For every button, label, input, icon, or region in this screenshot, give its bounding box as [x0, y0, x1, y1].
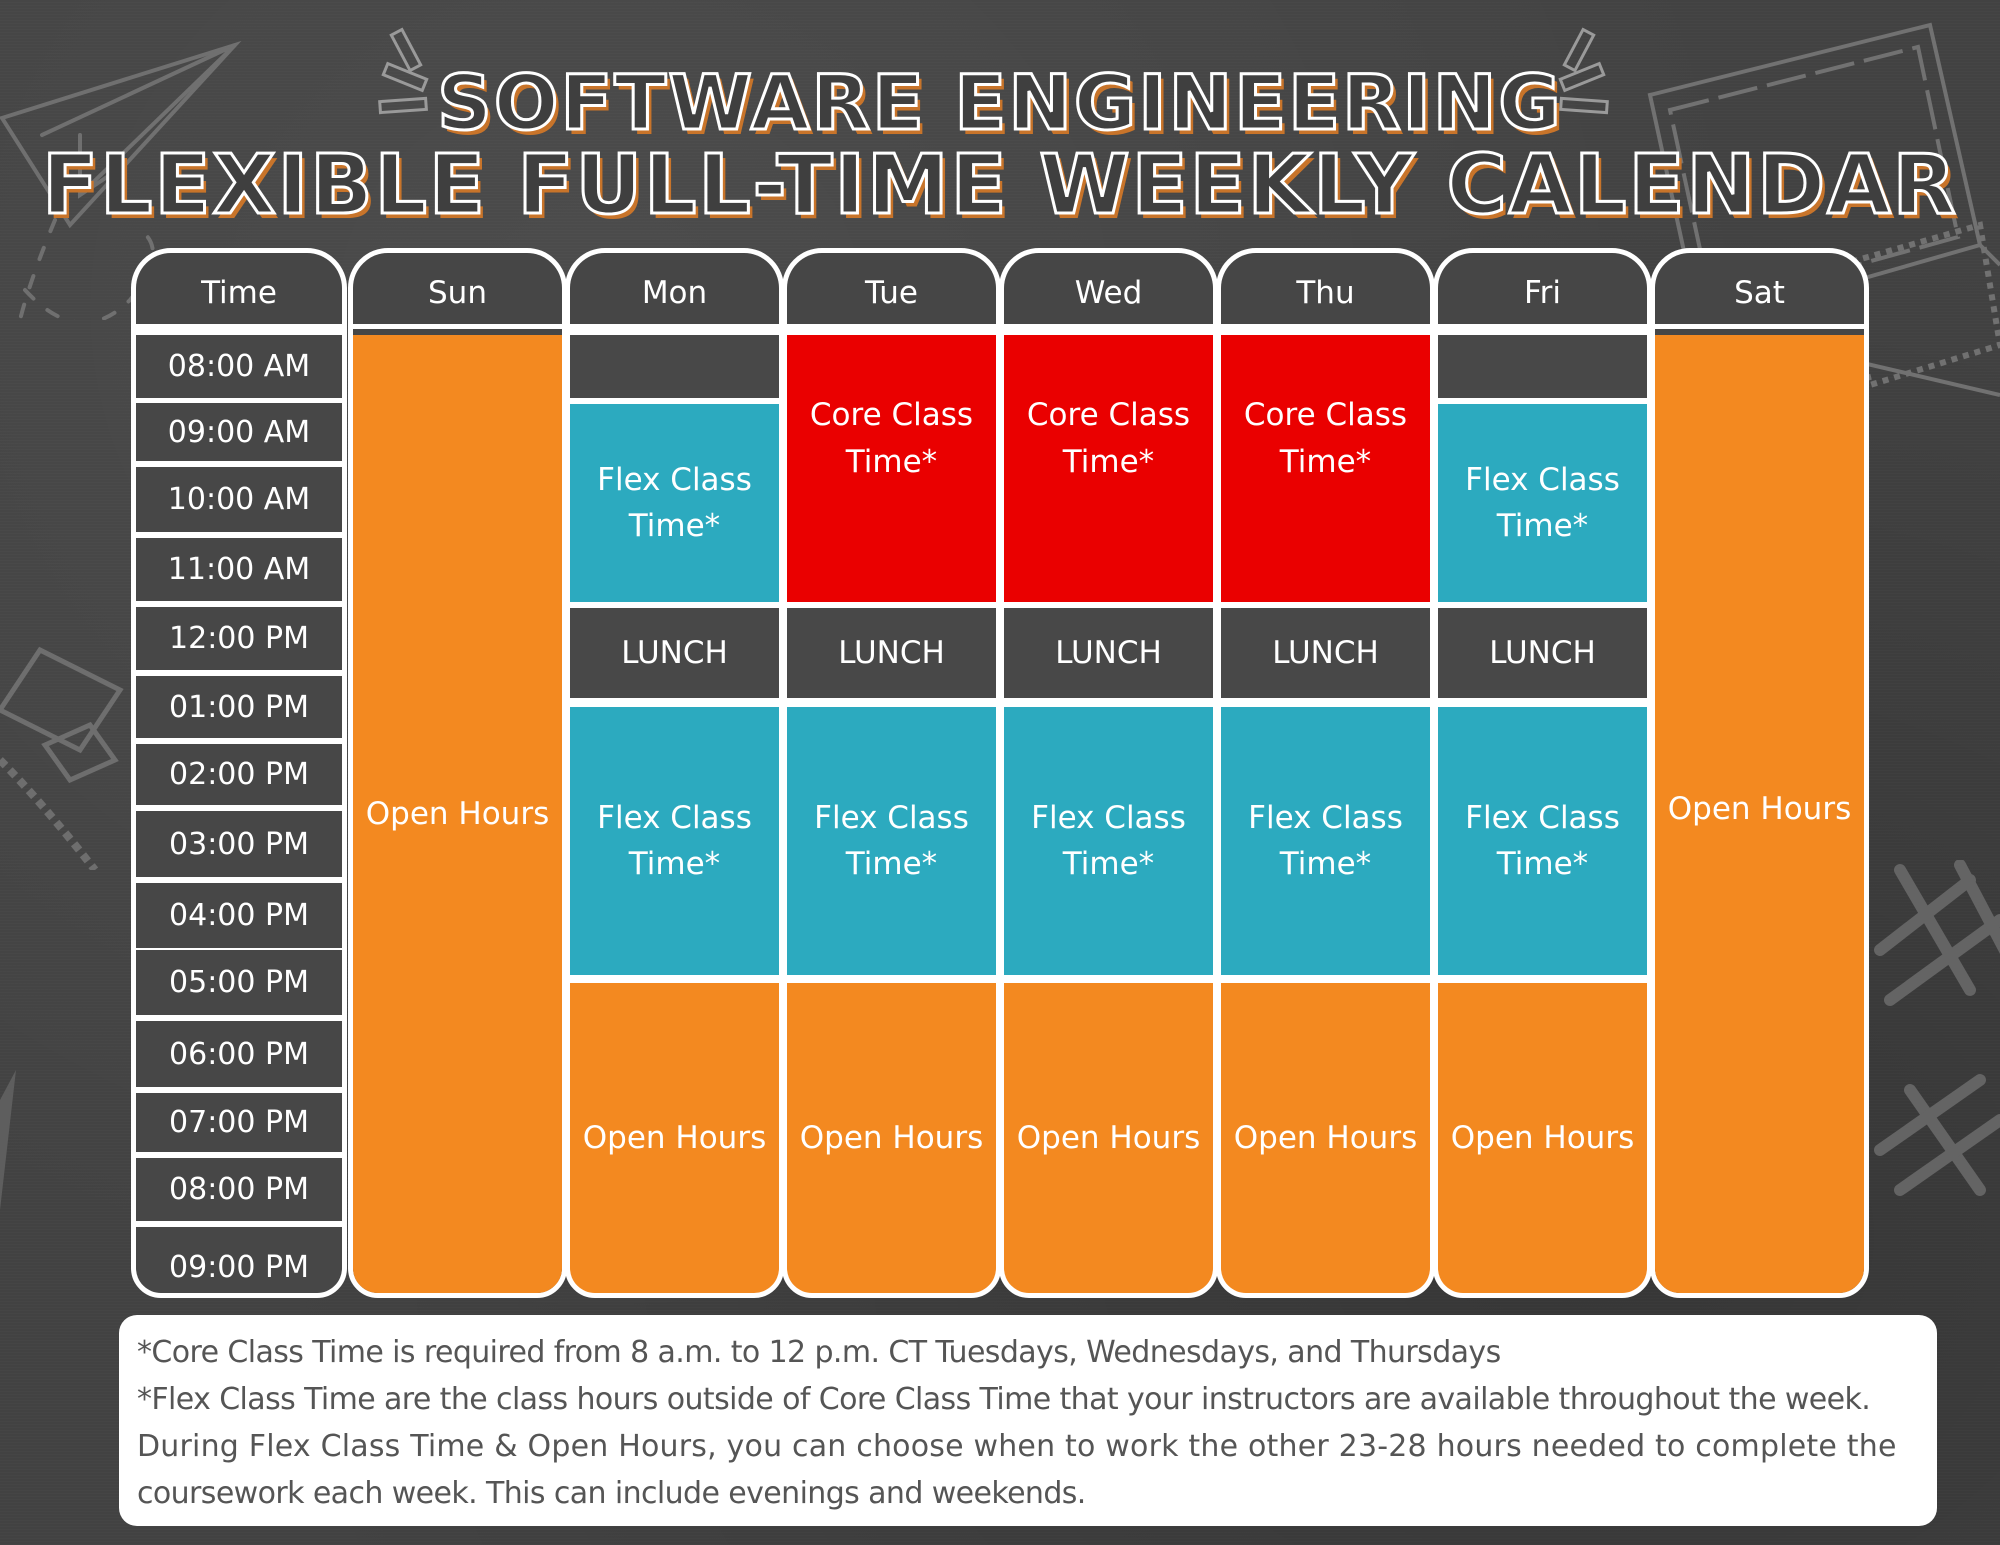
day-column-sun: Sun Open Hours — [348, 248, 567, 1298]
day-header-sat: Sat — [1655, 253, 1864, 329]
time-slot-label: 09:00 PM — [136, 1227, 342, 1293]
footnote-line-during: During Flex Class Time & Open Hours, you… — [137, 1429, 1897, 1464]
lunch-block: LUNCH — [1221, 608, 1430, 698]
flex-class-block: Flex Class Time* — [1004, 707, 1213, 975]
time-slot-label: 04:00 PM — [136, 883, 342, 948]
open-hours-block: Open Hours — [353, 335, 562, 1293]
time-slot-label: 07:00 PM — [136, 1093, 342, 1152]
open-hours-block: Open Hours — [570, 983, 779, 1293]
pencil-doodle-icon — [0, 1070, 16, 1210]
core-class-block: Core Class Time* — [1221, 335, 1430, 602]
open-hours-block: Open Hours — [1438, 983, 1647, 1293]
flex-class-block: Flex Class Time* — [1438, 707, 1647, 975]
day-header-wed: Wed — [1004, 253, 1213, 329]
day-header-fri: Fri — [1438, 253, 1647, 329]
flex-class-block: Flex Class Time* — [570, 404, 779, 602]
day-column-mon: Mon Flex Class Time* LUNCH Flex Class Ti… — [565, 248, 784, 1298]
time-slot-label: 12:00 PM — [136, 607, 342, 670]
time-slot-label: 05:00 PM — [136, 950, 342, 1015]
core-class-block: Core Class Time* — [787, 335, 996, 602]
day-header-sun: Sun — [353, 253, 562, 329]
time-slot-label: 08:00 PM — [136, 1158, 342, 1221]
core-class-block: Core Class Time* — [1004, 335, 1213, 602]
time-slot-label: 09:00 AM — [136, 403, 342, 461]
lunch-block: LUNCH — [1438, 608, 1647, 698]
day-column-wed: Wed Core Class Time* LUNCH Flex Class Ti… — [999, 248, 1218, 1298]
footnote-line-flex: *Flex Class Time are the class hours out… — [137, 1382, 1871, 1417]
lunch-block: LUNCH — [570, 608, 779, 698]
open-hours-block: Open Hours — [1655, 335, 1864, 1293]
book-doodle-icon — [0, 646, 124, 870]
day-column-thu: Thu Core Class Time* LUNCH Flex Class Ti… — [1216, 248, 1435, 1298]
empty-block — [570, 335, 779, 398]
time-slot-label: 08:00 AM — [136, 335, 342, 398]
footnote-line-coursework: coursework each week. This can include e… — [137, 1476, 1086, 1511]
footnote-line-core: *Core Class Time is required from 8 a.m.… — [137, 1335, 1501, 1370]
flex-class-block: Flex Class Time* — [1221, 707, 1430, 975]
hashtag-doodle-icon — [1874, 860, 2000, 1196]
footnote-box: *Core Class Time is required from 8 a.m.… — [119, 1315, 1937, 1526]
lunch-block: LUNCH — [1004, 608, 1213, 698]
time-column-header: Time — [136, 253, 342, 329]
time-slot-label: 11:00 AM — [136, 538, 342, 601]
open-hours-block: Open Hours — [787, 983, 996, 1293]
lunch-block: LUNCH — [787, 608, 996, 698]
day-header-mon: Mon — [570, 253, 779, 329]
empty-block — [1438, 335, 1647, 398]
flex-class-block: Flex Class Time* — [570, 707, 779, 975]
open-hours-block: Open Hours — [1221, 983, 1430, 1293]
title-line-1: SOFTWARE ENGINEERING — [436, 57, 1563, 149]
time-slot-label: 01:00 PM — [136, 676, 342, 738]
flex-class-block: Flex Class Time* — [787, 707, 996, 975]
time-slot-label: 02:00 PM — [136, 744, 342, 805]
day-header-tue: Tue — [787, 253, 996, 329]
day-column-tue: Tue Core Class Time* LUNCH Flex Class Ti… — [782, 248, 1001, 1298]
time-column: Time 08:00 AM 09:00 AM 10:00 AM 11:00 AM 12:… — [131, 248, 347, 1298]
open-hours-block: Open Hours — [1004, 983, 1213, 1293]
day-header-thu: Thu — [1221, 253, 1430, 329]
day-column-fri: Fri Flex Class Time* LUNCH Flex Class Ti… — [1433, 248, 1652, 1298]
title-line-2: FLEXIBLE FULL-TIME WEEKLY CALENDAR — [41, 137, 1958, 235]
time-slot-label: 10:00 AM — [136, 467, 342, 532]
flex-class-block: Flex Class Time* — [1438, 404, 1647, 602]
time-slot-label: 06:00 PM — [136, 1021, 342, 1087]
day-column-sat: Sat Open Hours — [1650, 248, 1869, 1298]
time-slot-label: 03:00 PM — [136, 811, 342, 877]
